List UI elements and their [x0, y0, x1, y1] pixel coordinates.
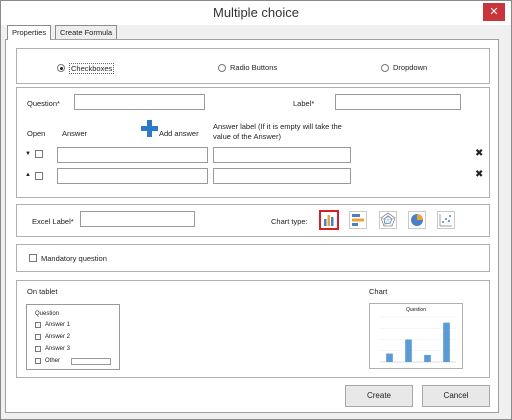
answer-label-column-header: Answer label (If it is empty will take t… [213, 122, 342, 141]
question-group: Question* Label* Open Answer Add answer … [16, 87, 490, 198]
add-answer-label[interactable]: Add answer [159, 129, 199, 138]
tablet-answer-checkbox [35, 334, 41, 340]
question-label: Question* [27, 99, 60, 108]
tablet-other-checkbox [35, 358, 41, 364]
open-checkbox-2[interactable] [35, 172, 43, 180]
on-tablet-title: On tablet [27, 287, 58, 296]
radar-chart-icon[interactable] [379, 211, 397, 229]
tablet-other-label: Other [45, 358, 61, 364]
move-up-arrow[interactable]: ▲ [25, 172, 31, 178]
multiple-choice-dialog: Multiple choice ✕ Properties Create Form… [0, 0, 512, 420]
create-button[interactable]: Create [345, 385, 413, 407]
tab-create-formula[interactable]: Create Formula [55, 25, 118, 39]
bar-chart-icon[interactable] [319, 210, 339, 230]
question-input[interactable] [74, 94, 205, 110]
radio-checkboxes-label[interactable]: Checkboxes [69, 63, 115, 74]
answer-input-2[interactable] [57, 168, 208, 184]
mandatory-group: Mandatory question [16, 244, 490, 272]
label-input[interactable] [335, 94, 461, 110]
mini-bar-chart [380, 316, 456, 363]
move-down-arrow[interactable]: ▼ [25, 151, 31, 157]
radio-radio-buttons[interactable] [218, 64, 226, 72]
mini-chart-bar [424, 354, 431, 362]
open-checkbox-1[interactable] [35, 150, 43, 158]
tablet-question-title: Question [35, 311, 60, 317]
close-button[interactable]: ✕ [483, 3, 505, 21]
answer-label-input-1[interactable] [213, 147, 351, 163]
label-label: Label* [293, 99, 315, 108]
chart-preview-title: Chart [369, 287, 388, 296]
add-answer-button[interactable] [141, 120, 158, 139]
tablet-other-input [71, 358, 111, 365]
radio-dropdown-label[interactable]: Dropdown [393, 63, 427, 72]
mandatory-checkbox[interactable] [29, 254, 37, 262]
window-title: Multiple choice [213, 5, 299, 20]
tablet-answer-checkbox [35, 322, 41, 328]
mini-chart-bar [443, 322, 450, 362]
cancel-button[interactable]: Cancel [422, 385, 490, 407]
preview-group: On tablet Question Answer 1 Answer 2 Ans… [16, 280, 490, 378]
answer-input-1[interactable] [57, 147, 208, 163]
delete-row-2-icon[interactable]: ✖ [475, 169, 483, 180]
radio-radio-buttons-label[interactable]: Radio Buttons [230, 63, 277, 72]
excel-label: Excel Label* [32, 217, 74, 226]
excel-label-input[interactable] [80, 211, 195, 227]
radio-checkboxes[interactable] [57, 64, 65, 72]
answer-label-input-2[interactable] [213, 168, 351, 184]
pie-chart-icon[interactable] [408, 211, 426, 229]
radio-dropdown[interactable] [381, 64, 389, 72]
answer-column-header: Answer [62, 129, 88, 138]
chart-preview: Question [369, 303, 463, 369]
tablet-answer-2: Answer 2 [45, 334, 71, 340]
tablet-answer-3: Answer 3 [45, 346, 71, 352]
delete-row-1-icon[interactable]: ✖ [475, 148, 483, 159]
scatter-chart-icon[interactable] [437, 211, 455, 229]
horizontal-bar-chart-icon[interactable] [349, 211, 367, 229]
chart-type-label: Chart type: [271, 217, 308, 226]
mandatory-label[interactable]: Mandatory question [41, 254, 107, 263]
add-icon [141, 120, 158, 137]
tablet-answer-1: Answer 1 [45, 322, 71, 328]
open-column-header: Open [27, 129, 46, 138]
title-bar: Multiple choice ✕ [1, 1, 511, 25]
excel-group: Excel Label* Chart type: [16, 204, 490, 237]
tab-properties[interactable]: Properties [7, 25, 52, 40]
tablet-preview: Question Answer 1 Answer 2 Answer 3 Othe… [26, 304, 120, 370]
question-type-group: Checkboxes Radio Buttons Dropdown [16, 48, 490, 84]
mini-chart-bar [386, 353, 393, 362]
properties-panel: Checkboxes Radio Buttons Dropdown Questi… [5, 39, 499, 413]
tablet-answer-checkbox [35, 346, 41, 352]
mini-chart-bar [405, 339, 412, 362]
